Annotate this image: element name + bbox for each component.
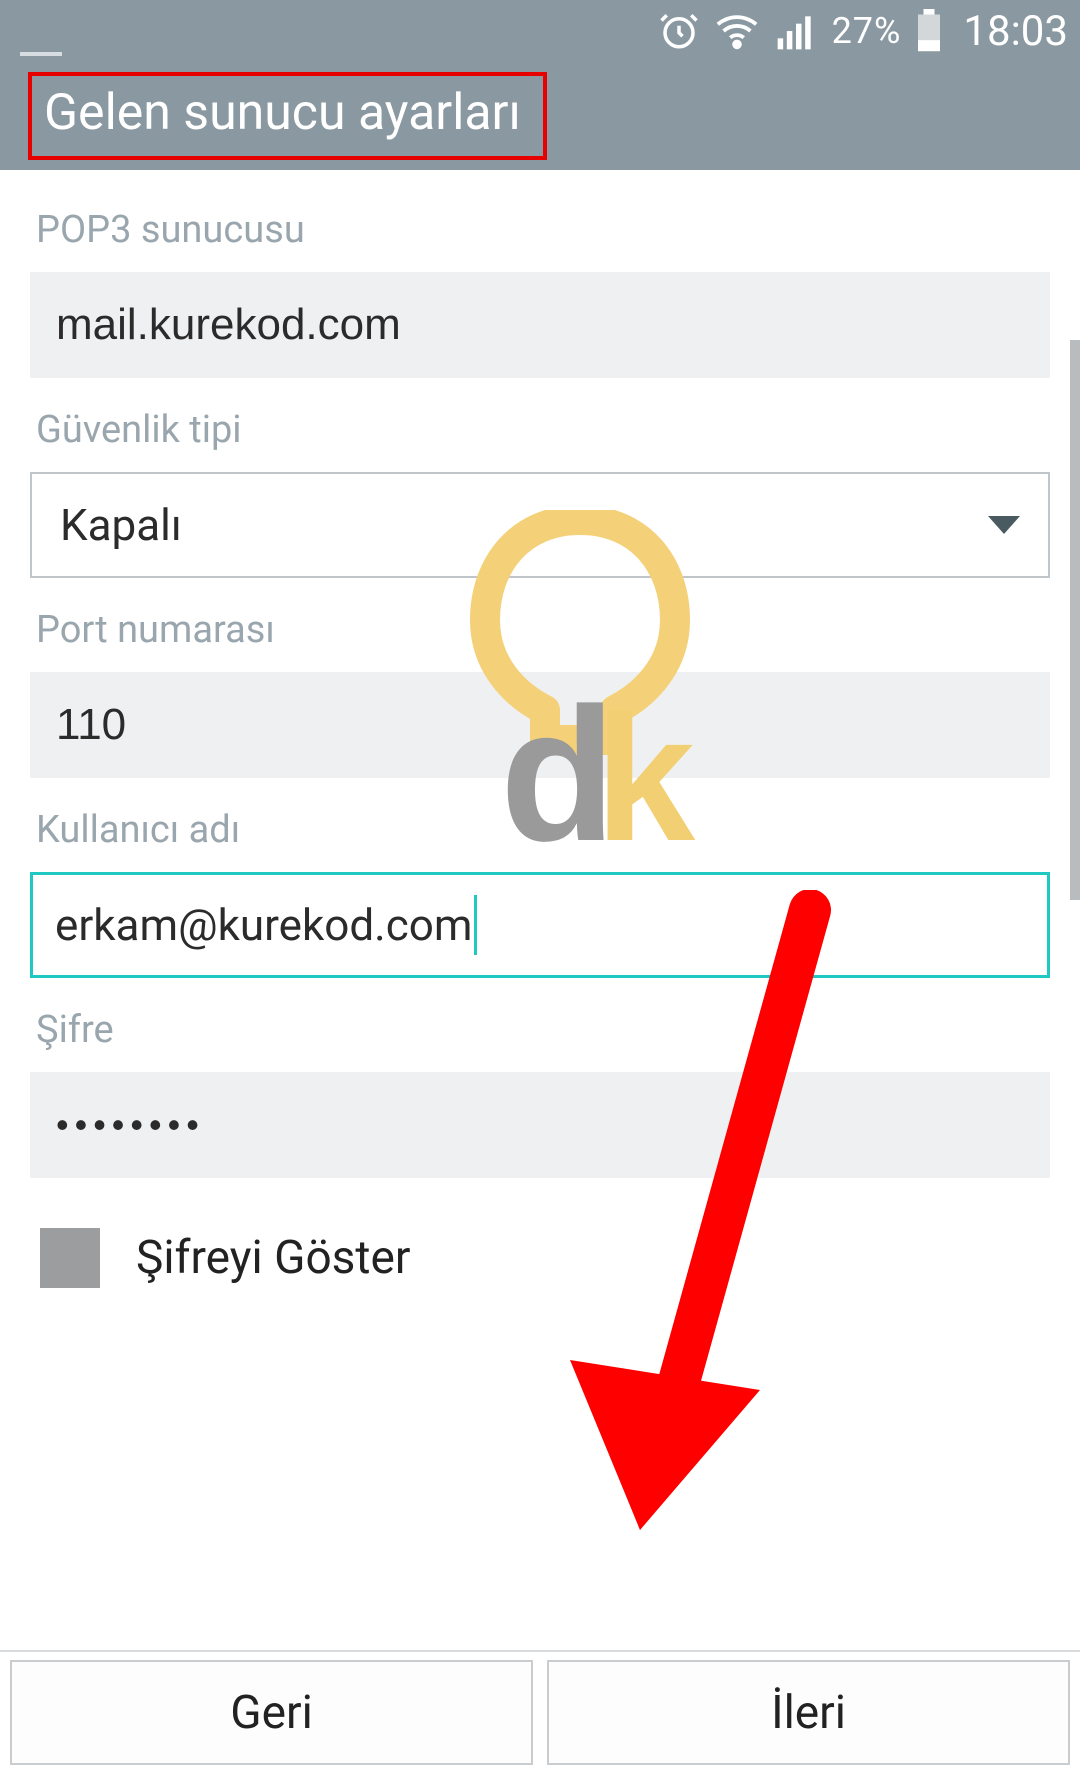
- security-type-value: Kapalı: [60, 499, 182, 551]
- password-label: Şifre: [36, 1008, 1050, 1052]
- chevron-down-icon: [988, 516, 1020, 534]
- battery-percent: 27%: [832, 10, 902, 52]
- scroll-indicator[interactable]: [1070, 340, 1080, 900]
- signal-icon: [774, 9, 818, 53]
- password-input[interactable]: [30, 1072, 1050, 1178]
- back-button[interactable]: Geri: [10, 1660, 533, 1765]
- app-bar: Gelen sunucu ayarları: [0, 62, 1080, 170]
- status-bar: 27% 18:03: [0, 0, 1080, 62]
- username-input[interactable]: erkam@kurekod.com: [30, 872, 1050, 978]
- battery-icon: [915, 9, 943, 53]
- clock: 18:03: [963, 7, 1068, 56]
- decorative-line: [20, 52, 62, 56]
- port-input[interactable]: [30, 672, 1050, 778]
- wifi-icon: [714, 8, 760, 54]
- username-value: erkam@kurekod.com: [55, 899, 472, 951]
- pop3-server-input[interactable]: [30, 272, 1050, 378]
- show-password-label: Şifreyi Göster: [136, 1231, 410, 1285]
- show-password-row[interactable]: Şifreyi Göster: [30, 1228, 1050, 1288]
- next-button[interactable]: İleri: [547, 1660, 1070, 1765]
- port-label: Port numarası: [36, 608, 1050, 652]
- text-caret: [474, 895, 477, 955]
- show-password-checkbox[interactable]: [40, 1228, 100, 1288]
- security-type-label: Güvenlik tipi: [36, 408, 1050, 452]
- alarm-icon: [658, 10, 700, 52]
- pop3-server-label: POP3 sunucusu: [36, 208, 1050, 252]
- bottom-button-bar: Geri İleri: [0, 1650, 1080, 1775]
- security-type-select[interactable]: Kapalı: [30, 472, 1050, 578]
- username-label: Kullanıcı adı: [36, 808, 1050, 852]
- page-title: Gelen sunucu ayarları: [28, 72, 547, 160]
- form-content: POP3 sunucusu Güvenlik tipi Kapalı Port …: [0, 170, 1080, 1650]
